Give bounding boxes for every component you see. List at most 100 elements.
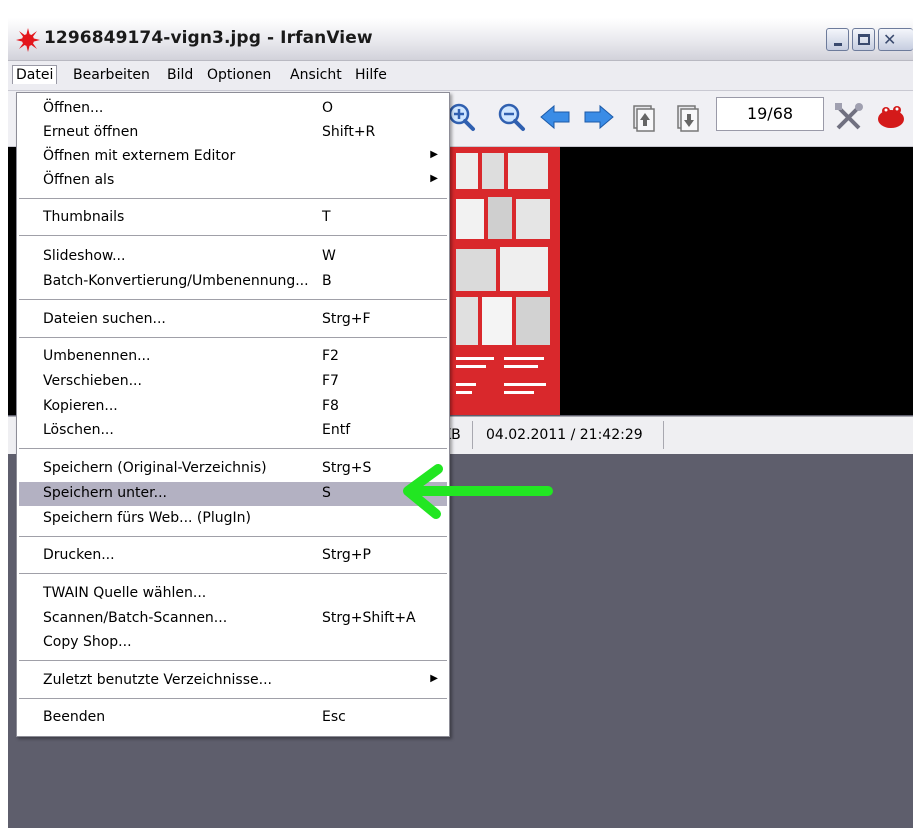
- menu-item-label: Dateien suchen...: [43, 311, 166, 327]
- menu-item-batch-konvertierung[interactable]: Batch-Konvertierung/Umbenennung... B: [17, 270, 449, 294]
- menu-separator: [19, 299, 447, 301]
- menu-bearbeiten[interactable]: Bearbeiten: [70, 66, 153, 84]
- menu-bar: Datei Bearbeiten Bild Optionen Ansicht H…: [8, 61, 913, 91]
- menu-item-label: Thumbnails: [43, 209, 125, 225]
- status-datetime: 04.02.2011 / 21:42:29: [486, 427, 643, 443]
- menu-item-label: Speichern fürs Web... (PlugIn): [43, 510, 251, 526]
- tools-icon[interactable]: [833, 101, 865, 133]
- arrow-right-icon[interactable]: [583, 101, 615, 133]
- menu-separator: [19, 573, 447, 575]
- menu-item-label: Löschen...: [43, 422, 114, 438]
- menu-item-oeffnen-extern[interactable]: Öffnen mit externem Editor ▶: [17, 145, 449, 169]
- menu-item-label: Öffnen...: [43, 100, 104, 116]
- menu-item-shortcut: O: [322, 100, 334, 116]
- close-icon: ✕: [883, 30, 897, 49]
- menu-item-speichern-unter[interactable]: Speichern unter... S: [19, 482, 447, 506]
- menu-item-label: Öffnen mit externem Editor: [43, 148, 236, 164]
- green-arrow-annotation: [403, 464, 553, 519]
- menu-item-slideshow[interactable]: Slideshow... W: [17, 245, 449, 269]
- status-separator: [663, 421, 664, 449]
- menu-separator: [19, 698, 447, 700]
- irfanview-app-icon: [16, 28, 40, 52]
- menu-item-label: Beenden: [43, 709, 106, 725]
- arrow-left-icon[interactable]: [539, 101, 571, 133]
- menu-separator: [19, 660, 447, 662]
- menu-hilfe[interactable]: Hilfe: [352, 66, 390, 84]
- minimize-button[interactable]: [826, 28, 849, 51]
- menu-separator: [19, 448, 447, 450]
- menu-ansicht[interactable]: Ansicht: [287, 66, 345, 84]
- submenu-arrow-icon: ▶: [430, 673, 438, 684]
- page-down-icon[interactable]: [671, 101, 703, 133]
- menu-separator: [19, 235, 447, 237]
- menu-item-speichern-original[interactable]: Speichern (Original-Verzeichnis) Strg+S: [17, 457, 449, 481]
- menu-item-label: Umbenennen...: [43, 348, 151, 364]
- menu-item-label: Verschieben...: [43, 373, 142, 389]
- menu-item-erneut-oeffnen[interactable]: Erneut öffnen Shift+R: [17, 121, 449, 145]
- menu-item-umbenennen[interactable]: Umbenennen... F2: [17, 345, 449, 369]
- menu-item-shortcut: Esc: [322, 709, 346, 725]
- submenu-arrow-icon: ▶: [430, 173, 438, 184]
- minimize-icon: [834, 43, 842, 46]
- menu-datei[interactable]: Datei: [12, 65, 58, 84]
- menu-item-thumbnails[interactable]: Thumbnails T: [17, 206, 449, 230]
- menu-item-kopieren[interactable]: Kopieren... F8: [17, 395, 449, 419]
- maximize-button[interactable]: [852, 28, 875, 51]
- title-bar[interactable]: 1296849174-vign3.jpg - IrfanView ✕: [8, 18, 913, 61]
- menu-optionen[interactable]: Optionen: [204, 66, 274, 84]
- menu-item-beenden[interactable]: Beenden Esc: [17, 706, 449, 730]
- menu-item-shortcut: Entf: [322, 422, 351, 438]
- irfanview-logo-icon[interactable]: [875, 101, 907, 133]
- menu-item-shortcut: F8: [322, 398, 339, 414]
- menu-item-shortcut: W: [322, 248, 336, 264]
- menu-item-label: Erneut öffnen: [43, 124, 139, 140]
- menu-item-shortcut: F7: [322, 373, 339, 389]
- menu-item-label: Speichern (Original-Verzeichnis): [43, 460, 267, 476]
- menu-item-label: Scannen/Batch-Scannen...: [43, 610, 228, 626]
- menu-item-label: Zuletzt benutzte Verzeichnisse...: [43, 672, 272, 688]
- menu-item-label: Slideshow...: [43, 248, 126, 264]
- menu-item-twain-quelle[interactable]: TWAIN Quelle wählen...: [17, 582, 449, 606]
- menu-bild[interactable]: Bild: [164, 66, 196, 84]
- menu-item-label: Kopieren...: [43, 398, 118, 414]
- menu-item-shortcut: Shift+R: [322, 124, 376, 140]
- maximize-icon: [858, 34, 870, 45]
- menu-item-label: Batch-Konvertierung/Umbenennung...: [43, 273, 309, 289]
- menu-item-label: Drucken...: [43, 547, 115, 563]
- menu-item-verschieben[interactable]: Verschieben... F7: [17, 370, 449, 394]
- menu-item-loeschen[interactable]: Löschen... Entf: [17, 419, 449, 443]
- poster-image: [448, 147, 560, 415]
- page-counter: 19/68: [716, 97, 824, 131]
- zoom-out-icon[interactable]: [495, 101, 527, 133]
- menu-separator: [19, 337, 447, 339]
- menu-item-oeffnen-als[interactable]: Öffnen als ▶: [17, 169, 449, 193]
- menu-separator: [19, 536, 447, 538]
- menu-item-oeffnen[interactable]: Öffnen... O: [17, 97, 449, 121]
- menu-item-shortcut: Strg+P: [322, 547, 371, 563]
- menu-item-shortcut: Strg+Shift+A: [322, 610, 416, 626]
- menu-item-speichern-web[interactable]: Speichern fürs Web... (PlugIn): [17, 507, 449, 531]
- menu-item-shortcut: B: [322, 273, 332, 289]
- menu-item-label: Copy Shop...: [43, 634, 132, 650]
- close-button[interactable]: ✕: [878, 28, 913, 51]
- menu-item-shortcut: Strg+F: [322, 311, 371, 327]
- menu-item-scannen[interactable]: Scannen/Batch-Scannen... Strg+Shift+A: [17, 607, 449, 631]
- poster-graphic: [448, 147, 560, 415]
- menu-separator: [19, 198, 447, 200]
- menu-item-drucken[interactable]: Drucken... Strg+P: [17, 544, 449, 568]
- menu-item-shortcut: F2: [322, 348, 339, 364]
- menu-item-label: TWAIN Quelle wählen...: [43, 585, 207, 601]
- file-menu-dropdown: Öffnen... O Erneut öffnen Shift+R Öffnen…: [16, 92, 450, 737]
- menu-item-copy-shop[interactable]: Copy Shop...: [17, 631, 449, 655]
- menu-item-dateien-suchen[interactable]: Dateien suchen... Strg+F: [17, 308, 449, 332]
- menu-item-zuletzt-verzeichnisse[interactable]: Zuletzt benutzte Verzeichnisse... ▶: [17, 669, 449, 693]
- menu-item-shortcut: S: [322, 485, 331, 501]
- page-up-icon[interactable]: [627, 101, 659, 133]
- menu-item-shortcut: Strg+S: [322, 460, 372, 476]
- submenu-arrow-icon: ▶: [430, 149, 438, 160]
- menu-item-label: Speichern unter...: [43, 485, 167, 501]
- window-title: 1296849174-vign3.jpg - IrfanView: [44, 28, 373, 48]
- status-separator: [472, 421, 473, 449]
- menu-item-label: Öffnen als: [43, 172, 115, 188]
- menu-item-shortcut: T: [322, 209, 331, 225]
